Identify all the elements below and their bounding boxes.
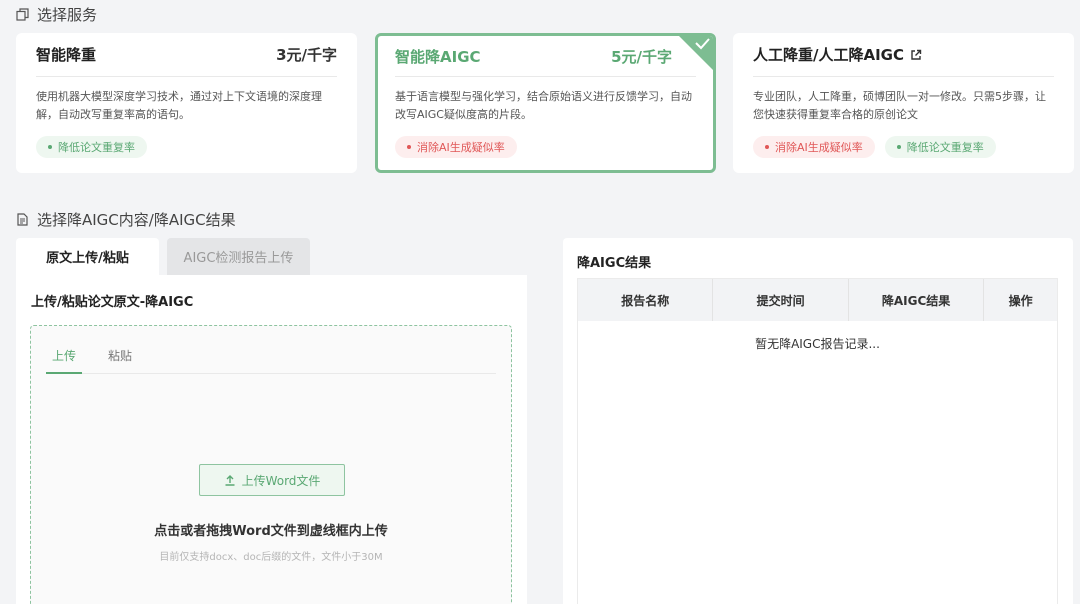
dot-icon — [48, 145, 52, 149]
result-panel: 降AIGC结果 报告名称 提交时间 降AIGC结果 操作 暂无降AIGC报告记录… — [563, 238, 1073, 604]
column-header-actions: 操作 — [1008, 293, 1033, 308]
result-table: 报告名称 提交时间 降AIGC结果 操作 暂无降AIGC报告记录... — [577, 278, 1058, 604]
selected-check-icon — [679, 36, 713, 70]
result-panel-title: 降AIGC结果 — [577, 256, 652, 271]
card-description: 专业团队，人工降重，硕博团队一对一修改。只需5步骤，让您快速获得重复率合格的原创… — [753, 90, 1046, 121]
upload-icon — [225, 475, 235, 486]
card-tag: 降低论文重复率 — [36, 136, 147, 158]
card-tag-label: 降低论文重复率 — [58, 141, 135, 154]
card-description: 基于语言模型与强化学习，结合原始语义进行反馈学习，自动改写AIGC疑似度高的片段… — [395, 90, 692, 121]
column-header-report-name: 报告名称 — [578, 279, 714, 321]
sub-tab-paste[interactable]: 粘贴 — [102, 346, 138, 373]
card-price: 5元/千字 — [611, 47, 672, 66]
sub-tab-upload[interactable]: 上传 — [46, 346, 82, 374]
upload-word-button-label: 上传Word文件 — [241, 473, 321, 488]
card-title: 智能降重 — [36, 46, 97, 64]
upload-sub-hint: 目前仅支持docx、doc后缀的文件，文件小于30M — [159, 552, 383, 563]
upload-panel: 上传/粘贴论文原文-降AIGC 上传 粘贴 上传Word文件 点击或者拖拽Wor… — [16, 275, 527, 604]
card-title: 智能降AIGC — [395, 47, 481, 66]
external-link-icon — [911, 49, 922, 60]
dot-icon — [407, 145, 411, 149]
upload-sub-tabs: 上传 粘贴 — [46, 346, 496, 374]
copy-icon — [16, 7, 29, 21]
column-header-aigc-result: 降AIGC结果 — [849, 279, 985, 321]
section-content-heading: 选择降AIGC内容/降AIGC结果 — [16, 209, 236, 229]
card-tag-label: 消除AI生成疑似率 — [775, 141, 863, 154]
dot-icon — [896, 145, 901, 149]
tab-aigc-report-upload[interactable]: AIGC检测报告上传 — [167, 238, 310, 275]
upload-hint: 点击或者拖拽Word文件到虚线框内上传 — [154, 524, 388, 539]
card-price: 3元/千字 — [276, 46, 337, 64]
upload-dropzone[interactable]: 上传 粘贴 上传Word文件 点击或者拖拽Word文件到虚线框内上传 目前仅支持… — [30, 325, 512, 604]
empty-state-text: 暂无降AIGC报告记录... — [755, 337, 880, 351]
service-cards: 智能降重 3元/千字 使用机器大模型深度学习技术，通过对上下文语境的深度理解，自… — [16, 33, 1074, 173]
dot-icon — [765, 145, 769, 149]
column-header-submit-time: 提交时间 — [713, 279, 849, 321]
section-content-title: 选择降AIGC内容/降AIGC结果 — [37, 210, 236, 229]
document-icon — [17, 212, 28, 226]
card-description: 使用机器大模型深度学习技术，通过对上下文语境的深度理解，自动改写重复率高的语句。 — [36, 90, 322, 121]
card-tag: 消除AI生成疑似率 — [395, 136, 517, 158]
card-tag-label: 消除AI生成疑似率 — [417, 141, 505, 154]
section-service-heading: 选择服务 — [16, 4, 97, 24]
result-table-header: 报告名称 提交时间 降AIGC结果 操作 — [578, 279, 1057, 321]
service-card-smart-aigc[interactable]: 智能降AIGC 5元/千字 基于语言模型与强化学习，结合原始语义进行反馈学习，自… — [375, 33, 716, 173]
card-tag-label: 降低论文重复率 — [906, 141, 984, 154]
card-tag: 消除AI生成疑似率 — [753, 136, 875, 158]
card-title: 人工降重/人工降AIGC — [753, 44, 922, 65]
upload-panel-title: 上传/粘贴论文原文-降AIGC — [31, 295, 194, 310]
service-card-manual[interactable]: 人工降重/人工降AIGC 专业团队，人工降重，硕博团队一对一修改。只需5步骤，让… — [733, 33, 1074, 173]
card-title-text: 人工降重/人工降AIGC — [753, 46, 904, 64]
section-service-title: 选择服务 — [37, 5, 98, 24]
card-tag: 降低论文重复率 — [884, 136, 996, 158]
tab-original-upload[interactable]: 原文上传/粘贴 — [16, 238, 159, 275]
upload-word-button[interactable]: 上传Word文件 — [199, 464, 345, 496]
content-tabs: 原文上传/粘贴 AIGC检测报告上传 — [16, 238, 310, 275]
service-card-smart-rewrite[interactable]: 智能降重 3元/千字 使用机器大模型深度学习技术，通过对上下文语境的深度理解，自… — [16, 33, 357, 173]
